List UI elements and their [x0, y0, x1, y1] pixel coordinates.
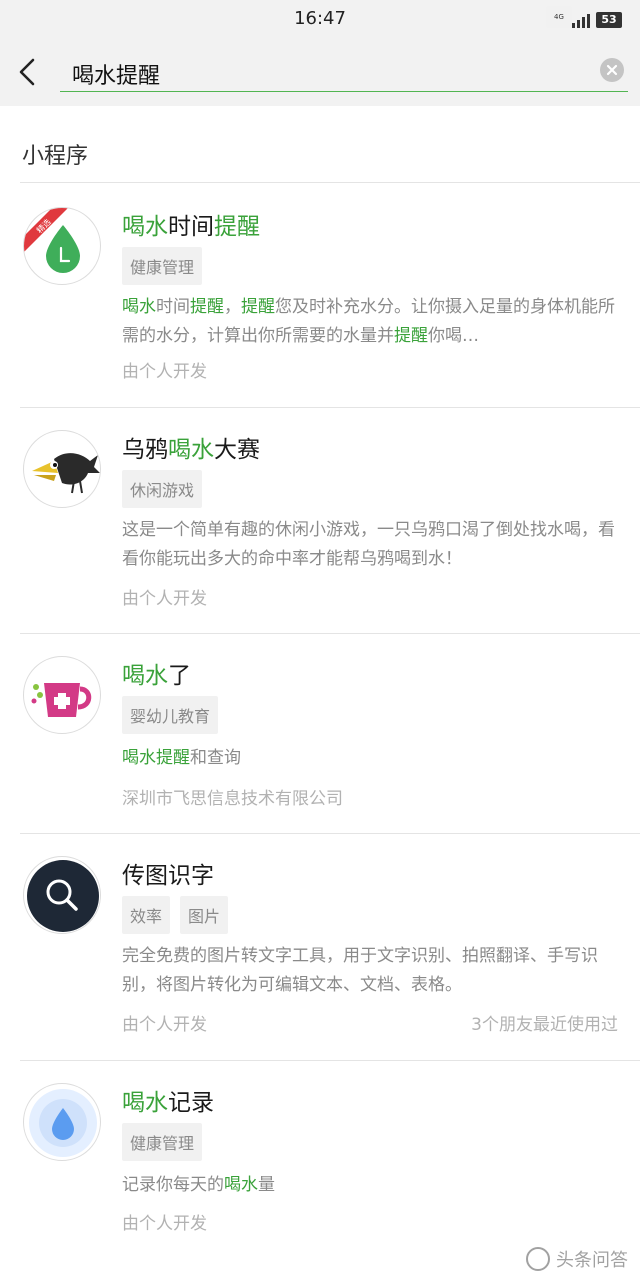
category-tag: 图片: [180, 896, 229, 934]
result-tags: 婴幼儿教育: [122, 696, 219, 734]
result-item[interactable]: 精选 喝水时间提醒 健康管理 喝水时间提醒，提醒您及时补充水分。让你摄入足量的身…: [0, 183, 640, 407]
result-description: 完全免费的图片转文字工具，用于文字识别、拍照翻译、手写识别，将图片转化为可编辑文…: [122, 942, 617, 1000]
text-segment: 记录你每天的: [122, 1175, 224, 1195]
result-description: 喝水提醒和查询: [122, 744, 617, 773]
text-segment: 了: [168, 663, 191, 689]
result-tags: 休闲游戏: [122, 470, 203, 508]
back-arrow-icon[interactable]: [14, 56, 44, 88]
status-bar: 16:47 4G 53: [0, 0, 640, 38]
result-title: 传图识字: [122, 856, 214, 890]
search-bar: 喝水提醒: [0, 38, 640, 106]
text-segment: 和查询: [190, 748, 241, 768]
text-segment: 你喝…: [428, 326, 479, 346]
text-segment: ，: [224, 297, 241, 317]
result-title: 乌鸦喝水大赛: [122, 430, 260, 464]
highlighted-keyword: 喝水: [122, 297, 156, 317]
category-tag: 健康管理: [122, 1123, 203, 1161]
text-segment: 传图识字: [122, 863, 214, 889]
highlighted-keyword: 喝水: [122, 214, 168, 240]
text-segment: 完全免费的图片转文字工具，用于文字识别、拍照翻译、手写识别，将图片转化为可编辑文…: [122, 946, 598, 995]
result-item[interactable]: 喝水记录 健康管理 记录你每天的喝水量 由个人开发: [0, 1061, 640, 1260]
result-title: 喝水记录: [122, 1083, 214, 1117]
result-title: 喝水时间提醒: [122, 207, 260, 241]
highlighted-keyword: 喝水: [168, 437, 214, 463]
watermark-logo-icon: [526, 1247, 550, 1271]
result-item[interactable]: 喝水了 婴幼儿教育 喝水提醒和查询 深圳市飞思信息技术有限公司: [0, 634, 640, 833]
water-drop-clock-icon: 精选: [23, 207, 101, 285]
result-item[interactable]: 传图识字 效率 图片 完全免费的图片转文字工具，用于文字识别、拍照翻译、手写识别，…: [0, 834, 640, 1060]
result-title: 喝水了: [122, 656, 191, 690]
category-tag: 休闲游戏: [122, 470, 203, 508]
status-time: 16:47: [294, 8, 346, 29]
result-developer: 深圳市飞思信息技术有限公司: [122, 789, 343, 809]
result-developer: 由个人开发: [122, 1214, 207, 1234]
category-tag: 婴幼儿教育: [122, 696, 219, 734]
text-segment: 记录: [168, 1090, 214, 1116]
result-description: 记录你每天的喝水量: [122, 1171, 617, 1200]
watermark: 头条问答: [526, 1246, 628, 1272]
highlighted-keyword: 提醒: [214, 214, 260, 240]
result-developer: 由个人开发: [122, 1015, 207, 1035]
highlighted-keyword: 喝水: [122, 1090, 168, 1116]
result-friends-used: 3个朋友最近使用过: [471, 1015, 618, 1035]
text-segment: 时间: [168, 214, 214, 240]
search-query-text[interactable]: 喝水提醒: [72, 58, 160, 90]
battery-icon: 53: [596, 12, 622, 28]
cellular-signal-icon-2: [572, 12, 590, 28]
network-type-label: 4G: [546, 6, 572, 28]
highlighted-keyword: 提醒: [156, 748, 190, 768]
result-description: 喝水时间提醒，提醒您及时补充水分。让你摄入足量的身体机能所需的水分，计算出你所需…: [122, 293, 617, 351]
text-segment: 乌鸦: [122, 437, 168, 463]
highlighted-keyword: 提醒: [241, 297, 275, 317]
category-tag: 健康管理: [122, 247, 203, 285]
result-tags: 健康管理: [122, 1123, 203, 1161]
highlighted-keyword: 提醒: [394, 326, 428, 346]
magnifier-icon: [23, 856, 101, 934]
text-segment: 这是一个简单有趣的休闲小游戏，一只乌鸦口渴了倒处找水喝，看看你能玩出多大的命中率…: [122, 520, 615, 569]
highlighted-keyword: 喝水: [224, 1175, 258, 1195]
result-description: 这是一个简单有趣的休闲小游戏，一只乌鸦口渴了倒处找水喝，看看你能玩出多大的命中率…: [122, 516, 617, 574]
cup-icon: [23, 656, 101, 734]
crow-icon: [23, 430, 101, 508]
result-developer: 由个人开发: [122, 589, 207, 609]
result-item[interactable]: 乌鸦喝水大赛 休闲游戏 这是一个简单有趣的休闲小游戏，一只乌鸦口渴了倒处找水喝，…: [0, 408, 640, 633]
category-tag: 效率: [122, 896, 171, 934]
search-input[interactable]: 喝水提醒: [60, 52, 628, 92]
highlighted-keyword: 提醒: [190, 297, 224, 317]
cellular-signal-icon: 4G: [546, 6, 572, 28]
section-title: 小程序: [22, 144, 89, 169]
text-segment: 时间: [156, 297, 190, 317]
highlighted-keyword: 喝水: [122, 748, 156, 768]
watermark-text: 头条问答: [556, 1250, 628, 1271]
result-tags: 效率 图片: [122, 896, 229, 934]
water-drop-icon: [23, 1083, 101, 1161]
clear-icon[interactable]: [600, 58, 624, 82]
highlighted-keyword: 喝水: [122, 663, 168, 689]
text-segment: 量: [258, 1175, 275, 1195]
result-developer: 由个人开发: [122, 362, 207, 382]
status-icons: 4G 53: [546, 6, 622, 28]
text-segment: 大赛: [214, 437, 260, 463]
result-tags: 健康管理: [122, 247, 203, 285]
